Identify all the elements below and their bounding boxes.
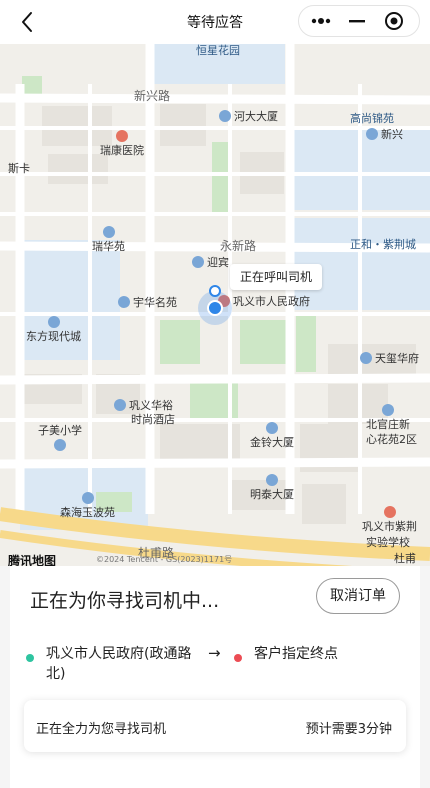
poi-icon bbox=[47, 316, 60, 328]
poi-icon bbox=[118, 296, 130, 308]
school-icon bbox=[383, 506, 396, 518]
close-button[interactable] bbox=[383, 10, 405, 32]
poi-label: 恒星花园 bbox=[196, 44, 240, 57]
minimize-icon bbox=[349, 20, 365, 23]
poi-label: 明泰大厦 bbox=[250, 474, 294, 501]
poi-label: 森海玉波苑 bbox=[60, 492, 115, 519]
cancel-order-button[interactable]: 取消订单 bbox=[316, 578, 400, 614]
poi-label: 心花苑2区 bbox=[366, 433, 417, 446]
road-label: 永新路 bbox=[220, 239, 257, 253]
poi-label: 天玺华府 bbox=[360, 352, 419, 365]
origin-dot-icon bbox=[26, 654, 34, 662]
destination-address: 客户指定终点 bbox=[254, 646, 338, 662]
poi-label: 实验学校 bbox=[366, 536, 410, 549]
more-button[interactable] bbox=[309, 11, 333, 31]
calling-driver-bubble: 正在呼叫司机 bbox=[230, 264, 323, 290]
poi-icon bbox=[102, 226, 115, 238]
poi-label: 高尚锦苑 bbox=[350, 112, 394, 125]
road-label: 新兴路 bbox=[134, 89, 171, 103]
poi-label: 河大大厦 bbox=[219, 110, 278, 123]
poi-label: 宇华名苑 bbox=[118, 296, 177, 309]
mini-program-capsule bbox=[298, 5, 420, 37]
poi-icon bbox=[54, 439, 66, 451]
poi-label: 东方现代城 bbox=[26, 316, 81, 343]
map-logo: 腾讯地图 bbox=[8, 554, 57, 566]
map-copyright: ©2024 Tencent - GS(2023)1171号 bbox=[96, 555, 233, 564]
destination-dot-icon bbox=[234, 654, 242, 662]
poi-label: 时尚酒店 bbox=[131, 413, 175, 426]
poi-label: 新兴 bbox=[366, 128, 403, 141]
poi-label: 瑞华苑 bbox=[92, 226, 125, 253]
poi-label: 子美小学 bbox=[38, 424, 82, 453]
poi-label: 巩义华裕 bbox=[114, 399, 173, 412]
progress-message: 正在全力为您寻找司机 bbox=[36, 722, 167, 737]
poi-icon bbox=[219, 110, 231, 122]
poi-label: 迎宾 bbox=[192, 256, 229, 269]
arrow-right-icon: → bbox=[208, 644, 221, 662]
minimize-button[interactable] bbox=[345, 11, 369, 31]
more-dots-icon bbox=[311, 18, 331, 24]
poi-label: 金铃大厦 bbox=[250, 422, 294, 449]
eta-text: 预计需要3分钟 bbox=[305, 722, 392, 737]
nav-bar: 等待应答 bbox=[0, 0, 430, 44]
origin-address: 巩义市人民政府(政通路北) bbox=[46, 646, 192, 682]
search-progress-card: 正在全力为您寻找司机 预计需要3分钟 bbox=[24, 700, 406, 752]
poi-icon bbox=[266, 422, 278, 434]
poi-icon bbox=[360, 352, 372, 364]
poi-icon bbox=[114, 399, 126, 411]
poi-label: 巩义市紫荆 bbox=[362, 506, 417, 533]
order-panel: 正在为你寻找司机中... 取消订单 巩义市人民政府(政通路北) → 客户指定终点… bbox=[10, 566, 420, 788]
poi-label: 杜甫 bbox=[394, 552, 416, 565]
poi-icon bbox=[192, 256, 204, 268]
map-view[interactable]: 新兴路 永新路 杜甫路 恒星花园 河大大厦 高尚锦苑 新兴 瑞康医院 斯卡 瑞华… bbox=[0, 44, 430, 566]
poi-icon bbox=[366, 128, 378, 140]
searching-status: 正在为你寻找司机中... bbox=[30, 590, 220, 612]
hospital-icon bbox=[116, 130, 128, 142]
poi-icon bbox=[81, 492, 94, 504]
pickup-pin-icon bbox=[209, 285, 221, 297]
poi-icon bbox=[382, 404, 394, 416]
poi-label: 瑞康医院 bbox=[100, 130, 144, 157]
poi-label: 北官庄新 bbox=[366, 404, 410, 431]
poi-label: 正和・紫荆城 bbox=[350, 238, 416, 251]
target-close-icon bbox=[385, 12, 403, 30]
poi-icon bbox=[266, 474, 278, 486]
poi-label: 斯卡 bbox=[8, 162, 30, 175]
current-location-icon bbox=[207, 300, 223, 316]
